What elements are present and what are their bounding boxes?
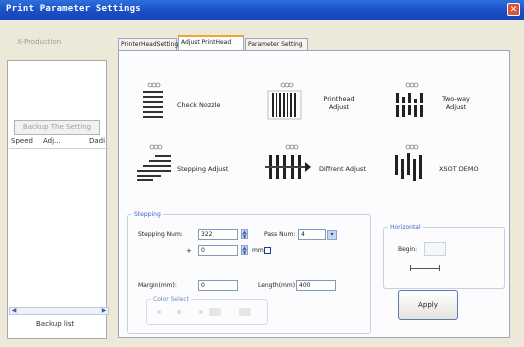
scroll-right-arrow-icon[interactable]: ▶ — [100, 307, 108, 315]
left-panel: X-Production Backup The Setting Speed Ad… — [3, 24, 109, 344]
color-select-group: Color Select — [146, 296, 268, 325]
offset-spinner[interactable]: ▲ ▼ — [241, 245, 248, 256]
stepping-adjust-label: Stepping Adjust — [177, 165, 229, 173]
horizontal-group: Horizontal Begin: — [383, 224, 505, 289]
begin-input[interactable] — [424, 242, 446, 256]
backup-list-label: Backup list — [36, 320, 75, 328]
column-adj[interactable]: Adj... — [43, 137, 61, 145]
backup-list-header: Speed Adj... Dadi — [9, 137, 109, 149]
margin-label: Margin(mm): — [138, 282, 177, 289]
stepping-adjust-card[interactable]: Stepping Adjust — [133, 143, 253, 185]
xsot-demo-icon — [395, 144, 422, 181]
stepping-legend: Stepping — [132, 211, 163, 218]
stepping-group: Stepping Stepping Num: 322 ▲ ▼ Pass Num: … — [127, 211, 371, 334]
color-y-toggle[interactable] — [239, 308, 251, 316]
offset-input[interactable]: 0 — [198, 245, 238, 256]
backup-setting-button[interactable]: Backup The Setting — [14, 120, 100, 135]
begin-slider-track[interactable] — [410, 268, 440, 269]
mode-label: X-Production — [17, 38, 62, 46]
length-label: Length(mm): — [258, 282, 298, 289]
color-select-legend: Color Select — [151, 296, 192, 303]
apply-button[interactable]: Apply — [398, 290, 458, 320]
title-bar: Print Parameter Settings ✕ — [0, 0, 524, 20]
backup-list-box — [7, 60, 107, 339]
check-nozzle-label: Check Nozzle — [177, 101, 221, 109]
begin-label: Begin: — [398, 246, 418, 253]
printhead-adjust-card[interactable]: Printhead Adjust — [265, 81, 385, 123]
tab-adjust-printhead[interactable]: Adjust PrintHead — [178, 35, 244, 51]
color-c-radio[interactable] — [177, 310, 181, 314]
two-way-adjust-label: Two-way Adjust — [442, 95, 470, 111]
stepping-num-spinner[interactable]: ▲ ▼ — [241, 229, 248, 240]
print-parameter-settings-window: Print Parameter Settings ✕ X-Production … — [0, 0, 524, 347]
stepping-num-input[interactable]: 322 — [198, 229, 238, 240]
column-dadi[interactable]: Dadi — [89, 137, 105, 145]
check-nozzle-icon — [143, 82, 163, 118]
scroll-left-arrow-icon[interactable]: ◀ — [10, 307, 18, 315]
spin-down-icon[interactable]: ▼ — [241, 250, 248, 255]
stepping-adjust-icon — [137, 144, 171, 181]
spin-down-icon[interactable]: ▼ — [241, 234, 248, 239]
close-button[interactable]: ✕ — [507, 3, 520, 16]
tab-parameter-setting[interactable]: Parameter Setting — [245, 38, 308, 50]
column-speed[interactable]: Speed — [11, 137, 33, 145]
horizontal-legend: Horizontal — [388, 224, 423, 231]
horizontal-scrollbar[interactable]: ◀ ▶ — [9, 307, 109, 315]
color-m-radio[interactable] — [199, 310, 203, 314]
pass-num-label: Pass Num: — [264, 231, 296, 238]
pass-num-dropdown-icon[interactable]: ▾ — [327, 230, 337, 240]
pass-num-select[interactable]: 4 — [298, 229, 326, 240]
window-title: Print Parameter Settings — [6, 4, 141, 14]
length-input[interactable]: 400 — [296, 280, 336, 291]
printhead-adjust-label: Printhead Adjust — [323, 95, 355, 111]
tab-printer-head-setting[interactable]: PrinterHeadSetting — [118, 38, 178, 50]
printhead-adjust-icon — [267, 82, 302, 120]
different-adjust-icon — [265, 144, 311, 179]
color-slider-thumb[interactable] — [209, 308, 221, 316]
margin-input[interactable]: 0 — [198, 280, 238, 291]
begin-slider-tick — [410, 265, 411, 271]
different-adjust-label: Diffrent Adjust — [319, 165, 366, 173]
stepping-num-label: Stepping Num: — [138, 231, 183, 238]
xsot-demo-card[interactable]: XSOT DEMO — [391, 143, 511, 185]
check-nozzle-card[interactable]: Check Nozzle — [133, 81, 253, 123]
offset-sign: + — [186, 247, 192, 255]
different-adjust-card[interactable]: Diffrent Adjust — [265, 143, 385, 185]
offset-unit: mm — [252, 247, 264, 254]
begin-slider-tick — [439, 265, 440, 271]
offset-checkbox[interactable] — [264, 247, 271, 254]
xsot-demo-label: XSOT DEMO — [439, 165, 479, 173]
color-k-radio[interactable] — [157, 310, 161, 314]
two-way-adjust-icon — [394, 82, 426, 117]
two-way-adjust-card[interactable]: Two-way Adjust — [391, 81, 511, 123]
